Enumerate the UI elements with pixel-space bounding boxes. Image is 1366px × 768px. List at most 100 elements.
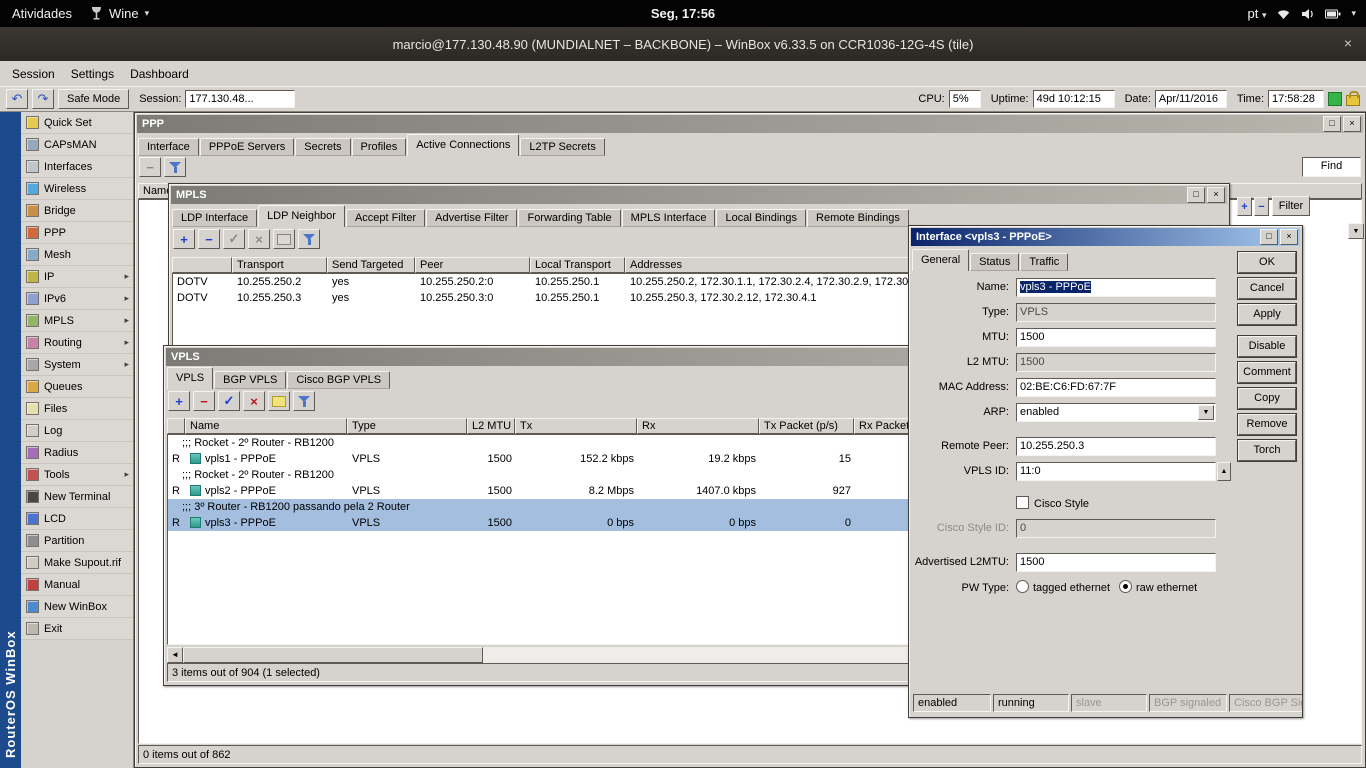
remove-button[interactable]: Remove [1238, 414, 1296, 435]
cancel-button[interactable]: Cancel [1238, 278, 1296, 299]
maximize-button[interactable]: □ [1323, 116, 1341, 132]
sidebar-item-ppp[interactable]: PPP [21, 222, 133, 244]
filter-button[interactable] [293, 391, 315, 411]
safe-mode-button[interactable]: Safe Mode [58, 88, 130, 109]
vpls-id-up-button[interactable]: ▲ [1217, 462, 1231, 481]
tab-mpls-interface[interactable]: MPLS Interface [621, 209, 716, 227]
remove-button[interactable]: − [139, 157, 161, 177]
scroll-left-button[interactable]: ◄ [167, 647, 183, 663]
redo-button[interactable]: ↷ [32, 88, 54, 109]
filter-button[interactable] [164, 157, 186, 177]
tagged-ethernet-radio[interactable] [1016, 580, 1029, 593]
column-header-transport[interactable]: Transport [232, 257, 327, 273]
maximize-button[interactable]: □ [1260, 229, 1278, 245]
tab-local-bindings[interactable]: Local Bindings [716, 209, 807, 227]
raw-ethernet-radio[interactable] [1119, 580, 1132, 593]
tab-ldp-interface[interactable]: LDP Interface [172, 209, 258, 227]
hidden-remove-button[interactable]: − [1254, 197, 1269, 216]
mac-address-input[interactable]: 02:BE:C6:FD:67:7F [1016, 378, 1216, 397]
dialog-titlebar[interactable]: Interface <vpls3 - PPPoE> □ × [911, 228, 1300, 246]
window-close-button[interactable]: × [1344, 35, 1352, 51]
clock[interactable]: Seg, 17:56 [651, 6, 715, 21]
menu-settings[interactable]: Settings [63, 64, 122, 84]
tab-vpls[interactable]: VPLS [167, 367, 214, 389]
activities-button[interactable]: Atividades [12, 6, 72, 21]
sidebar-item-radius[interactable]: Radius [21, 442, 133, 464]
filter-button[interactable] [298, 229, 320, 249]
sidebar-item-lcd[interactable]: LCD [21, 508, 133, 530]
scrollbar-thumb[interactable] [183, 647, 483, 663]
tab-secrets[interactable]: Secrets [295, 138, 351, 156]
sidebar-item-exit[interactable]: Exit [21, 618, 133, 640]
enable-button[interactable]: ✓ [223, 229, 245, 249]
add-button[interactable]: + [168, 391, 190, 411]
sidebar-item-interfaces[interactable]: Interfaces [21, 156, 133, 178]
arp-select[interactable]: enabled ▼ [1016, 403, 1216, 422]
column-header-l2mtu[interactable]: L2 MTU [467, 418, 515, 434]
sidebar-item-quick-set[interactable]: Quick Set [21, 112, 133, 134]
hidden-dropdown-button[interactable]: ▼ [1348, 223, 1364, 239]
pw-type-raw-option[interactable]: raw ethernet [1119, 579, 1197, 598]
tab-ldp-neighbor[interactable]: LDP Neighbor [258, 205, 345, 227]
tab-remote-bindings[interactable]: Remote Bindings [807, 209, 909, 227]
sidebar-item-queues[interactable]: Queues [21, 376, 133, 398]
sidebar-item-routing[interactable]: Routing ▸ [21, 332, 133, 354]
sidebar-item-ipv6[interactable]: IPv6 ▸ [21, 288, 133, 310]
comment-button[interactable] [273, 229, 295, 249]
advertised-l2mtu-input[interactable]: 1500 [1016, 553, 1216, 572]
column-header-rx[interactable]: Rx [637, 418, 759, 434]
pw-type-tagged-option[interactable]: tagged ethernet [1016, 579, 1110, 598]
column-header-tx-packet[interactable]: Tx Packet (p/s) [759, 418, 854, 434]
tab-general[interactable]: General [912, 249, 970, 271]
hidden-filter-button[interactable]: Filter [1272, 196, 1310, 216]
cisco-style-checkbox-row[interactable]: Cisco Style [1016, 496, 1089, 510]
disable-button[interactable]: × [248, 229, 270, 249]
sidebar-item-new-terminal[interactable]: New Terminal [21, 486, 133, 508]
mpls-window-titlebar[interactable]: MPLS □ × [171, 186, 1227, 204]
vpls-id-input[interactable]: 11:0 [1016, 462, 1216, 481]
maximize-button[interactable]: □ [1187, 187, 1205, 203]
column-header-type[interactable]: Type [347, 418, 467, 434]
sidebar-item-new-winbox[interactable]: New WinBox [21, 596, 133, 618]
column-header-name[interactable]: Name [185, 418, 347, 434]
hidden-add-button[interactable]: + [1237, 197, 1252, 216]
tab-advertise-filter[interactable]: Advertise Filter [426, 209, 518, 227]
sidebar-item-system[interactable]: System ▸ [21, 354, 133, 376]
sidebar-item-ip[interactable]: IP ▸ [21, 266, 133, 288]
copy-button[interactable]: Copy [1238, 388, 1296, 409]
sidebar-item-capsman[interactable]: CAPsMAN [21, 134, 133, 156]
column-header-peer[interactable]: Peer [415, 257, 530, 273]
sidebar-item-mesh[interactable]: Mesh [21, 244, 133, 266]
tab-l2tp-secrets[interactable]: L2TP Secrets [520, 138, 605, 156]
app-menu[interactable]: Wine ▾ [90, 6, 149, 21]
name-input[interactable]: vpls3 - PPPoE [1016, 278, 1216, 297]
tab-traffic[interactable]: Traffic [1020, 253, 1069, 271]
remove-button[interactable]: − [198, 229, 220, 249]
torch-button[interactable]: Torch [1238, 440, 1296, 461]
tab-accept-filter[interactable]: Accept Filter [345, 209, 426, 227]
keyboard-layout[interactable]: pt ▾ [1247, 6, 1266, 21]
tab-active-connections[interactable]: Active Connections [407, 134, 520, 156]
column-header-tx[interactable]: Tx [515, 418, 637, 434]
menu-dashboard[interactable]: Dashboard [122, 64, 197, 84]
tab-profiles[interactable]: Profiles [351, 138, 407, 156]
mtu-input[interactable]: 1500 [1016, 328, 1216, 347]
cisco-style-checkbox[interactable] [1016, 496, 1029, 509]
close-button[interactable]: × [1207, 187, 1225, 203]
comment-button[interactable]: Comment [1238, 362, 1296, 383]
column-header-flags[interactable] [172, 257, 232, 273]
sidebar-item-manual[interactable]: Manual [21, 574, 133, 596]
tab-status[interactable]: Status [970, 253, 1020, 271]
sidebar-item-mpls[interactable]: MPLS ▸ [21, 310, 133, 332]
tab-pppoe-servers[interactable]: PPPoE Servers [199, 138, 295, 156]
enable-button[interactable]: ✓ [218, 391, 240, 411]
find-box[interactable]: Find [1302, 157, 1361, 177]
window-titlebar[interactable]: marcio@177.130.48.90 (MUNDIALNET – BACKB… [0, 27, 1366, 61]
ppp-window-titlebar[interactable]: PPP □ × [137, 115, 1363, 133]
close-button[interactable]: × [1280, 229, 1298, 245]
column-header-flags[interactable] [167, 418, 185, 434]
comment-button[interactable] [268, 391, 290, 411]
close-button[interactable]: × [1343, 116, 1361, 132]
sidebar-item-tools[interactable]: Tools ▸ [21, 464, 133, 486]
sidebar-item-make-supout[interactable]: Make Supout.rif [21, 552, 133, 574]
